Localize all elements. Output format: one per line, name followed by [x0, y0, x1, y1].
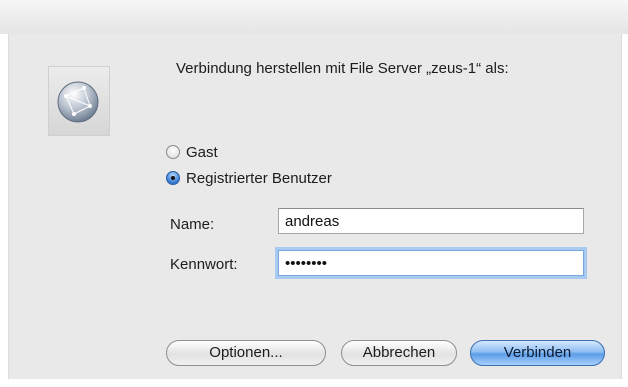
connect-button[interactable]: Verbinden: [470, 340, 605, 366]
radio-button-guest[interactable]: [166, 145, 180, 159]
radio-guest[interactable]: Gast: [166, 142, 218, 162]
cancel-button[interactable]: Abbrechen: [341, 340, 457, 366]
radio-registered-user-label: Registrierter Benutzer: [186, 169, 332, 187]
name-field[interactable]: andreas: [278, 208, 584, 234]
options-button[interactable]: Optionen...: [166, 340, 326, 366]
window-titlebar: [0, 0, 628, 34]
radio-registered-user[interactable]: Registrierter Benutzer: [166, 168, 332, 188]
radio-button-registered-user[interactable]: [166, 171, 180, 185]
network-globe-icon: [48, 66, 110, 136]
password-label: Kennwort:: [170, 256, 238, 273]
radio-guest-label: Gast: [186, 143, 218, 161]
connect-prompt: Verbindung herstellen mit File Server „z…: [176, 60, 509, 77]
name-label: Name:: [170, 216, 215, 233]
connect-dialog: Verbindung herstellen mit File Server „z…: [0, 0, 628, 387]
password-field[interactable]: ••••••••: [278, 250, 584, 276]
